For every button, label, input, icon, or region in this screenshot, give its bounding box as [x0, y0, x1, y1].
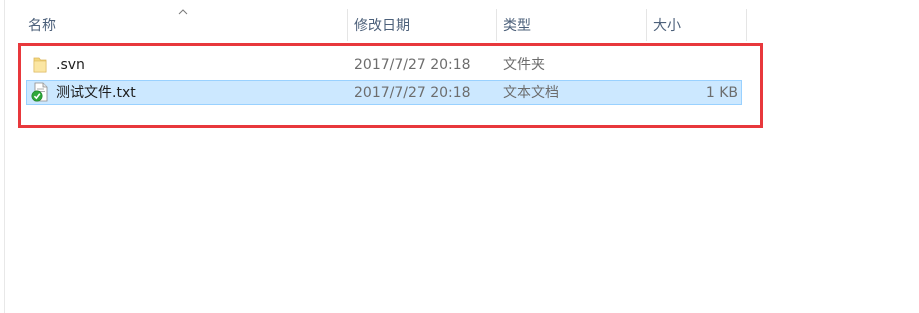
window-edge: [4, 0, 5, 313]
column-header-type[interactable]: 类型: [497, 9, 646, 41]
column-divider[interactable]: [746, 9, 747, 41]
column-header-modified[interactable]: 修改日期: [348, 9, 496, 41]
column-header-bar: 名称 修改日期 类型 大小: [0, 0, 919, 41]
column-header-name[interactable]: 名称: [22, 9, 347, 41]
highlight-annotation-frame: [18, 43, 763, 128]
column-header-size[interactable]: 大小: [647, 9, 746, 41]
